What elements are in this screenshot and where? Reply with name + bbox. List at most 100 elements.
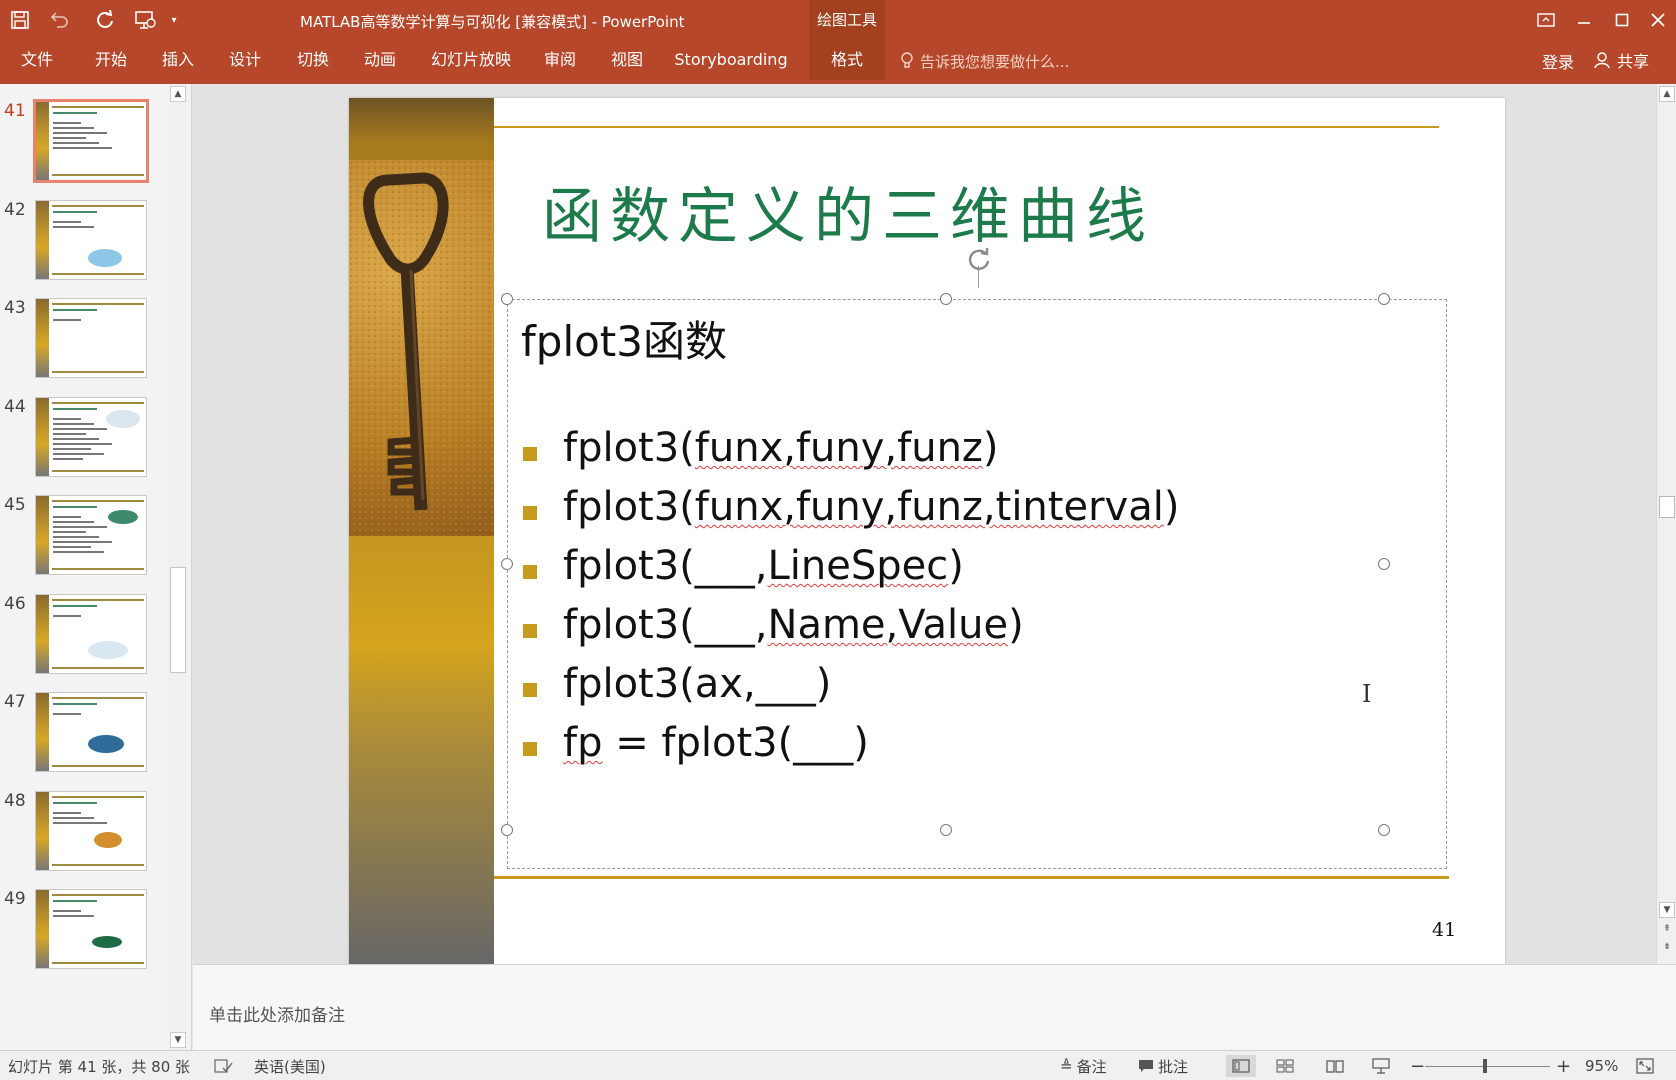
syntax-text: fp = fplot3(___) (563, 720, 869, 766)
tab-slide-show[interactable]: 幻灯片放映 (427, 40, 515, 80)
scroll-thumb[interactable] (1659, 496, 1675, 518)
tab-view[interactable]: 视图 (604, 40, 650, 80)
slide-thumbnail[interactable] (35, 593, 147, 674)
square-bullet-icon (523, 624, 537, 638)
ribbon-display-options-icon[interactable] (1528, 6, 1564, 34)
thumbnail-number: 48 (4, 790, 26, 811)
spellcheck-flagged-text: funx,funy,funz,tinterval (694, 484, 1164, 530)
zoom-slider-track[interactable] (1425, 1066, 1550, 1067)
spellcheck-flagged-text: LineSpec (767, 543, 949, 589)
square-bullet-icon (523, 447, 537, 461)
customize-qat-icon[interactable]: ▾ (166, 6, 182, 34)
resize-handle-right[interactable] (1378, 558, 1390, 570)
notes-pane[interactable]: 单击此处添加备注 (193, 964, 1676, 1050)
tab-format[interactable]: 格式 (809, 40, 885, 80)
scroll-down-icon[interactable]: ▼ (170, 1032, 186, 1048)
tab-file[interactable]: 文件 (14, 40, 60, 80)
tell-me-placeholder: 告诉我您想要做什么... (920, 52, 1070, 71)
notes-placeholder[interactable]: 单击此处添加备注 (209, 1001, 345, 1026)
slide-thumbnail[interactable] (35, 199, 147, 280)
scroll-thumb[interactable] (170, 567, 186, 673)
resize-handle-top-right[interactable] (1378, 293, 1390, 305)
redo-icon[interactable] (92, 6, 118, 34)
syntax-text: fplot3(___,LineSpec) (563, 543, 964, 589)
slide-thumbnail[interactable] (33, 99, 149, 183)
tab-design[interactable]: 设计 (222, 40, 268, 80)
resize-handle-bottom-right[interactable] (1378, 824, 1390, 836)
resize-handle-top[interactable] (940, 293, 952, 305)
comments-label: 批注 (1158, 1057, 1189, 1076)
slide-page-number: 41 (1432, 919, 1457, 941)
spellcheck-flagged-text: fp (563, 720, 603, 766)
normal-view-icon[interactable] (1226, 1055, 1256, 1077)
resize-handle-bottom-left[interactable] (501, 824, 513, 836)
thumbnail-scrollbar[interactable]: ▲ ▼ (169, 84, 187, 1050)
syntax-segment: fplot3(___, (563, 602, 768, 648)
i-beam-cursor-icon: I (1362, 680, 1372, 708)
login-button[interactable]: 登录 (1542, 49, 1574, 73)
undo-icon[interactable] (44, 6, 74, 34)
slide-thumbnail[interactable] (35, 495, 147, 575)
rotate-handle-icon[interactable] (964, 244, 994, 274)
textbox-heading: fplot3函数 (521, 317, 728, 366)
scroll-down-icon[interactable]: ▼ (1659, 902, 1675, 918)
tab-transitions[interactable]: 切换 (290, 40, 336, 80)
maximize-icon[interactable] (1604, 6, 1640, 34)
syntax-segment: fplot3( (563, 425, 695, 471)
thumbnail-number: 42 (4, 199, 26, 220)
slide-thumbnail[interactable] (35, 396, 147, 477)
syntax-segment: ) (948, 543, 964, 589)
resize-handle-top-left[interactable] (501, 293, 513, 305)
zoom-out-icon[interactable]: − (1410, 1056, 1425, 1077)
syntax-segment: fplot3(___, (563, 543, 768, 589)
tab-home[interactable]: 开始 (88, 40, 134, 80)
slide-thumbnail[interactable] (35, 692, 147, 772)
start-from-beginning-icon[interactable] (130, 6, 160, 34)
thumbnail-number: 45 (4, 495, 26, 515)
tab-review[interactable]: 审阅 (537, 40, 583, 80)
thumbnail-number: 46 (4, 593, 26, 614)
zoom-slider-knob[interactable] (1483, 1059, 1487, 1073)
syntax-segment: = fplot3(___) (602, 720, 869, 766)
comments-toggle-button[interactable]: 批注 (1138, 1056, 1188, 1076)
thumbnail-number: 47 (4, 692, 26, 712)
tab-animations[interactable]: 动画 (357, 40, 403, 80)
scroll-up-icon[interactable]: ▲ (170, 86, 186, 102)
reading-view-icon[interactable] (1326, 1056, 1344, 1076)
content-textbox[interactable]: fplot3函数 fplot3(funx,funy,funz) fplot3(fu… (501, 293, 1447, 869)
key-image[interactable] (349, 160, 494, 536)
slideshow-icon[interactable] (1372, 1056, 1390, 1076)
resize-handle-left[interactable] (501, 558, 513, 570)
next-slide-icon[interactable]: ⇟ (1659, 940, 1675, 956)
share-label: 共享 (1617, 52, 1650, 71)
current-slide[interactable]: 函数定义的三维曲线 fplot3函数 fplot3( funx,funy,funz… (349, 98, 1505, 966)
previous-slide-icon[interactable]: ⇞ (1659, 922, 1675, 938)
notes-toggle-button[interactable]: ≜ 备注 (1060, 1056, 1107, 1076)
zoom-in-icon[interactable]: + (1556, 1056, 1571, 1077)
slide-editing-canvas: 函数定义的三维曲线 fplot3函数 fplot3( funx,funy,funz… (193, 84, 1656, 966)
square-bullet-icon (523, 742, 537, 756)
tab-storyboarding[interactable]: Storyboarding (672, 40, 790, 80)
syntax-segment: ) (982, 425, 999, 471)
language-indicator[interactable]: 英语(美国) (254, 1056, 326, 1076)
tab-insert[interactable]: 插入 (155, 40, 201, 80)
spell-check-icon[interactable] (214, 1056, 234, 1076)
slide-thumbnail[interactable] (35, 889, 147, 969)
scroll-up-icon[interactable]: ▲ (1659, 86, 1675, 102)
syntax-segment: ) (1008, 602, 1024, 648)
canvas-scrollbar[interactable]: ▲ ▼ ⇞ ⇟ (1656, 84, 1676, 964)
slide-thumbnail[interactable] (35, 790, 147, 871)
minimize-icon[interactable] (1566, 6, 1602, 34)
close-icon[interactable] (1640, 6, 1676, 34)
save-icon[interactable] (6, 6, 34, 34)
zoom-level[interactable]: 95% (1585, 1056, 1618, 1076)
fit-slide-to-window-icon[interactable] (1636, 1056, 1654, 1076)
resize-handle-bottom[interactable] (940, 824, 952, 836)
slide-sorter-icon[interactable] (1276, 1056, 1294, 1076)
tell-me-search[interactable]: 告诉我您想要做什么... (900, 50, 1069, 72)
slide-title[interactable]: 函数定义的三维曲线 (542, 168, 1154, 255)
slide-thumbnail-pane[interactable]: 41 42 43 44 45 46 47 48 49 ▲ ▼ (0, 84, 192, 1050)
slide-thumbnail[interactable] (35, 298, 147, 378)
thumbnail-number: 41 (4, 101, 26, 121)
share-button[interactable]: 共享 (1594, 46, 1649, 74)
